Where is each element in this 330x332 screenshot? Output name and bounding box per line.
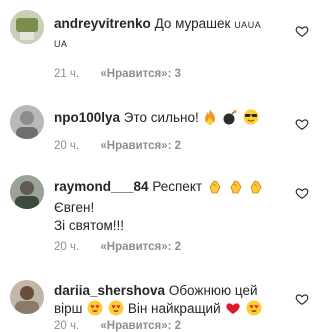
like-heart-icon[interactable] xyxy=(295,117,309,131)
flag-text-2: UA xyxy=(54,39,68,49)
comment-body: npo100lya Это сильно! xyxy=(54,109,286,130)
comment-item: npo100lya Это сильно! 20 ч. «Нравится»: … xyxy=(0,95,330,155)
comment-item: dariia_shershova Обожнюю цей вірш Він на… xyxy=(0,262,330,332)
bomb-icon xyxy=(222,109,238,130)
comment-likes[interactable]: «Нравится»: 3 xyxy=(100,68,181,80)
avatar[interactable] xyxy=(10,105,44,139)
comment-text: Респект xyxy=(152,179,203,194)
comment-username[interactable]: raymond___84 xyxy=(54,179,149,194)
comment-meta: 21 ч. «Нравится»: 3 xyxy=(54,68,199,80)
comment-item: raymond___84 Респект Євген! Зі святом!!!… xyxy=(0,168,330,258)
comment-text-line2b: Він найкращий xyxy=(127,301,221,316)
comment-time[interactable]: 20 ч. xyxy=(54,241,79,253)
clapping-hands-icon xyxy=(228,178,244,199)
clapping-hands-icon xyxy=(248,178,264,199)
avatar[interactable] xyxy=(10,10,44,44)
flag-text: UAUA xyxy=(234,20,262,30)
comment-body: raymond___84 Респект Євген! Зі святом!!! xyxy=(54,178,286,235)
avatar[interactable] xyxy=(10,280,44,314)
clapping-hands-icon xyxy=(207,178,223,199)
comment-likes[interactable]: «Нравится»: 2 xyxy=(100,140,181,152)
fire-icon xyxy=(203,109,217,130)
comment-username[interactable]: dariia_shershova xyxy=(54,283,165,298)
comment-text: До мурашек xyxy=(154,16,231,31)
comment-meta: 20 ч. «Нравится»: 2 xyxy=(54,140,199,152)
comment-text-line3: Зі святом!!! xyxy=(54,218,125,233)
comment-text: Обожнюю цей xyxy=(168,283,258,298)
heart-eyes-face-icon xyxy=(246,300,262,321)
avatar[interactable] xyxy=(10,175,44,209)
comment-username[interactable]: npo100lya xyxy=(54,110,120,125)
red-heart-icon xyxy=(225,300,241,321)
comment-body: dariia_shershova Обожнюю цей вірш Він на… xyxy=(54,282,286,321)
comment-time[interactable]: 21 ч. xyxy=(54,68,79,80)
comment-text-line2: вірш xyxy=(54,301,83,316)
comment-time[interactable]: 20 ч. xyxy=(54,140,79,152)
comment-text: Это сильно! xyxy=(123,110,199,125)
like-heart-icon[interactable] xyxy=(295,292,309,306)
comment-body: andreyvitrenko До мурашек UAUA UA xyxy=(54,15,286,53)
sunglasses-face-icon xyxy=(243,109,259,130)
comment-item: andreyvitrenko До мурашек UAUA UA 21 ч. … xyxy=(0,0,330,80)
like-heart-icon[interactable] xyxy=(295,186,309,200)
comment-likes[interactable]: «Нравится»: 2 xyxy=(100,241,181,253)
comment-meta: 20 ч. «Нравится»: 2 xyxy=(54,241,199,253)
heart-eyes-face-icon xyxy=(87,300,103,321)
comment-username[interactable]: andreyvitrenko xyxy=(54,16,151,31)
comment-text-line2: Євген! xyxy=(54,200,95,215)
like-heart-icon[interactable] xyxy=(295,24,309,38)
heart-eyes-face-icon xyxy=(108,300,124,321)
